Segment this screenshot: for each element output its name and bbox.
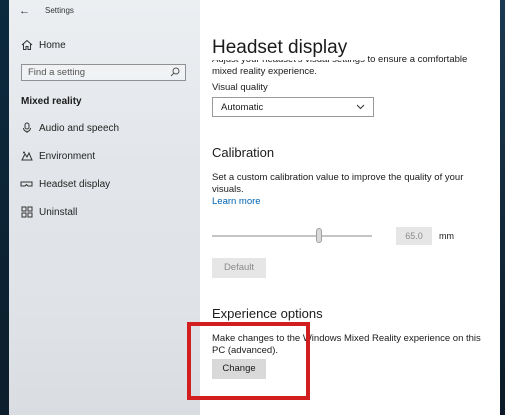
visual-quality-value: Automatic xyxy=(221,102,264,113)
desktop-edge-right xyxy=(500,0,505,415)
sidebar-item-headset-display[interactable]: Headset display xyxy=(9,174,200,196)
experience-description: Make changes to the Windows Mixed Realit… xyxy=(212,333,481,356)
blank-area xyxy=(408,276,424,286)
back-arrow-icon[interactable]: ← xyxy=(19,5,31,17)
chevron-down-icon xyxy=(356,104,365,110)
sidebar-item-uninstall[interactable]: Uninstall xyxy=(9,202,200,224)
environment-icon xyxy=(20,150,33,163)
calibration-description: Set a custom calibration value to improv… xyxy=(212,172,464,195)
sidebar-item-audio-and-speech[interactable]: Audio and speech xyxy=(9,118,200,140)
search-input[interactable]: Find a setting xyxy=(21,64,186,81)
home-icon xyxy=(20,39,33,52)
sidebar-section-title: Mixed reality xyxy=(21,96,82,107)
app-title: Settings xyxy=(45,6,74,15)
title-bar: ← Settings xyxy=(9,0,200,22)
microphone-icon xyxy=(20,122,33,135)
calibration-value-box[interactable]: 65.0 xyxy=(396,227,432,245)
visual-quality-dropdown[interactable]: Automatic xyxy=(212,97,374,117)
sidebar-item-label: Headset display xyxy=(39,179,111,190)
search-icon xyxy=(170,67,180,77)
experience-options-heading: Experience options xyxy=(212,306,323,321)
page-title: Headset display xyxy=(212,36,368,60)
settings-window: ← Settings Home Find a setting Mixed rea… xyxy=(9,0,500,415)
sidebar: ← Settings Home Find a setting Mixed rea… xyxy=(9,0,200,415)
search-placeholder: Find a setting xyxy=(28,67,86,78)
sidebar-item-label: Environment xyxy=(39,151,96,162)
change-button[interactable]: Change xyxy=(212,359,266,379)
visual-quality-label: Visual quality xyxy=(212,82,268,93)
headset-icon xyxy=(20,178,33,191)
calibration-slider-track[interactable] xyxy=(212,235,372,237)
sidebar-item-home[interactable]: Home xyxy=(9,35,200,57)
uninstall-icon xyxy=(20,206,33,219)
calibration-heading: Calibration xyxy=(212,145,275,160)
desktop-edge-left xyxy=(0,0,9,415)
default-button[interactable]: Default xyxy=(212,258,266,278)
sidebar-item-label: Audio and speech xyxy=(39,123,120,134)
sidebar-item-environment[interactable]: Environment xyxy=(9,146,200,168)
learn-more-link[interactable]: Learn more xyxy=(212,196,482,208)
main-content: Headset display Adjust your headset's vi… xyxy=(200,0,500,415)
calibration-unit: mm xyxy=(439,231,454,241)
sidebar-item-label: Home xyxy=(39,40,66,51)
sidebar-item-label: Uninstall xyxy=(39,207,78,218)
calibration-slider-thumb[interactable] xyxy=(316,228,322,243)
